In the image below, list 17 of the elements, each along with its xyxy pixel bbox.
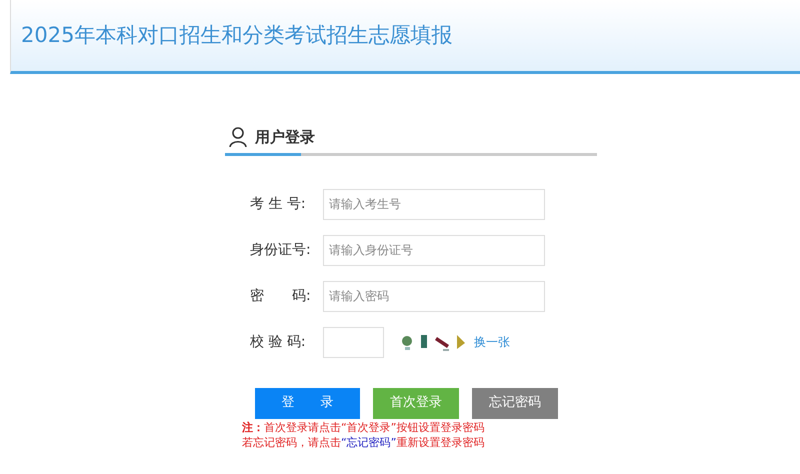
- captcha-field[interactable]: [323, 326, 384, 358]
- note-text: 注：首次登录请点击“首次登录”按钮设置登录密码: [242, 420, 486, 434]
- action-button[interactable]: 登 录: [255, 388, 360, 418]
- field-label: 密 码:: [250, 286, 312, 306]
- input-field[interactable]: 请输入身份证号: [323, 234, 545, 266]
- input-field[interactable]: 请输入考生号: [323, 188, 545, 220]
- action-button[interactable]: 首次登录: [373, 388, 459, 418]
- user-icon: [229, 127, 247, 148]
- note-text: 若忘记密码，请点击“忘记密码”重新设置登录密码: [242, 434, 486, 450]
- refresh-link[interactable]: 换一张: [474, 333, 510, 351]
- field-label: 考 生 号:: [250, 194, 307, 214]
- input-field[interactable]: 请输入密码: [323, 280, 545, 312]
- section-heading: 用户登录: [255, 127, 315, 148]
- field-label: 身份证号:: [250, 240, 312, 260]
- page-title: 2025年本科对口招生和分类考试招生志愿填报: [21, 22, 452, 49]
- field-label: 校 验 码:: [250, 332, 307, 352]
- action-button[interactable]: 忘记密码: [472, 388, 558, 418]
